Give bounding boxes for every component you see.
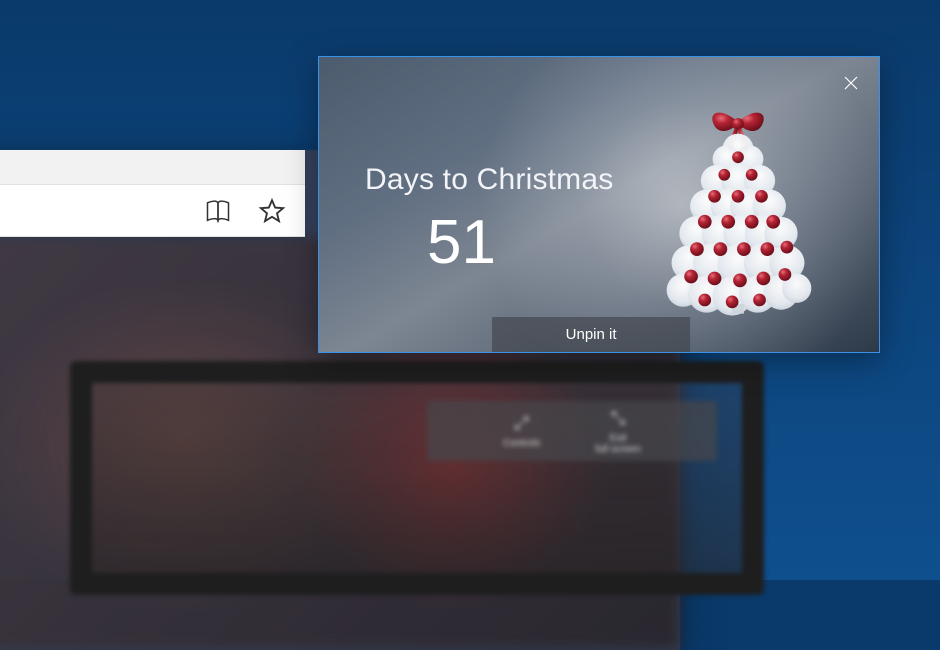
address-bar[interactable] [0,184,305,237]
countdown-title: Days to Christmas [365,163,613,197]
controls-icon: ⤢ [515,413,529,434]
exit-fullscreen-button[interactable]: ⤡ Exit full screen [595,408,641,455]
controls-button[interactable]: ⤢ Controls [503,413,540,449]
unpin-button[interactable]: Unpin it [492,317,690,352]
controls-label: Controls [503,438,540,449]
exit-fullscreen-label: Exit full screen [595,433,641,455]
favorite-star-icon[interactable] [257,196,287,226]
countdown-number: 51 [427,207,496,278]
device-frame: ⤢ Controls ⤡ Exit full screen [70,361,764,595]
countdown-widget: Days to Christmas 51 [318,56,880,353]
reading-view-icon[interactable] [203,196,233,226]
exit-fullscreen-icon: ⤡ [611,408,625,429]
media-controls-bar: ⤢ Controls ⤡ Exit full screen [427,401,717,461]
browser-toolbar [0,150,305,237]
christmas-tree-icon [650,101,826,319]
close-button[interactable] [837,69,865,97]
